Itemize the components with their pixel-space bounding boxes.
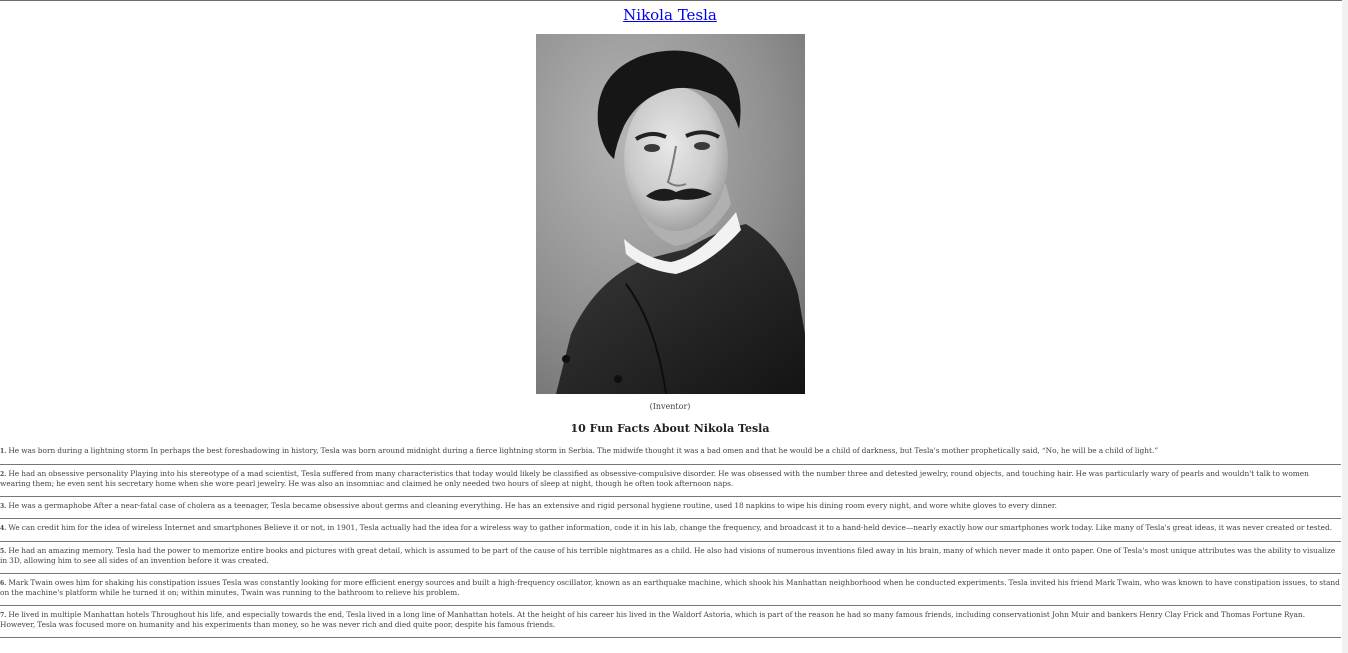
fact-item: 4. We can credit him for the idea of wir… (0, 519, 1341, 542)
fact-item: 3. He was a germaphobe After a near-fata… (0, 497, 1341, 519)
fact-number: 3. (0, 502, 7, 510)
fact-item: 6. Mark Twain owes him for shaking his c… (0, 574, 1341, 606)
fact-item: 2. He had an obsessive personality Playi… (0, 465, 1341, 497)
portrait-illustration (536, 34, 805, 394)
section-heading: 10 Fun Facts About Nikola Tesla (570, 422, 770, 435)
fact-text: He was born during a lightning storm In … (8, 446, 1159, 455)
page-title: Nikola Tesla (0, 6, 1340, 24)
fact-text: He had an obsessive personality Playing … (0, 468, 1309, 489)
fact-text: He was a germaphobe After a near-fatal c… (8, 500, 1057, 510)
fact-number: 6. (0, 579, 7, 587)
fact-number: 1. (0, 448, 7, 455)
fact-text: Mark Twain owes him for shaking his cons… (0, 577, 1340, 598)
fact-item: 5. He had an amazing memory. Tesla had t… (0, 542, 1341, 574)
fact-number: 5. (0, 547, 7, 555)
fact-text: He had an amazing memory. Tesla had the … (0, 545, 1336, 566)
top-divider (0, 0, 1348, 1)
fact-number: 7. (0, 611, 7, 619)
page-scrollbar[interactable] (1342, 0, 1348, 653)
portrait-image (536, 34, 805, 394)
fact-number: 4. (0, 525, 7, 532)
page: Nikola Tesla (Inventor) 10 Fun Facts Abo… (0, 0, 1348, 653)
image-caption: (Inventor) (649, 402, 691, 411)
fact-text: He lived in multiple Manhattan hotels Th… (0, 609, 1306, 630)
fact-number: 2. (0, 470, 7, 478)
fact-text: We can credit him for the idea of wirele… (8, 523, 1333, 532)
fact-item: 1. He was born during a lightning storm … (0, 442, 1341, 465)
facts-list: 1. He was born during a lightning storm … (0, 442, 1341, 638)
fact-item: 7. He lived in multiple Manhattan hotels… (0, 606, 1341, 638)
title-link[interactable]: Nikola Tesla (623, 6, 717, 24)
